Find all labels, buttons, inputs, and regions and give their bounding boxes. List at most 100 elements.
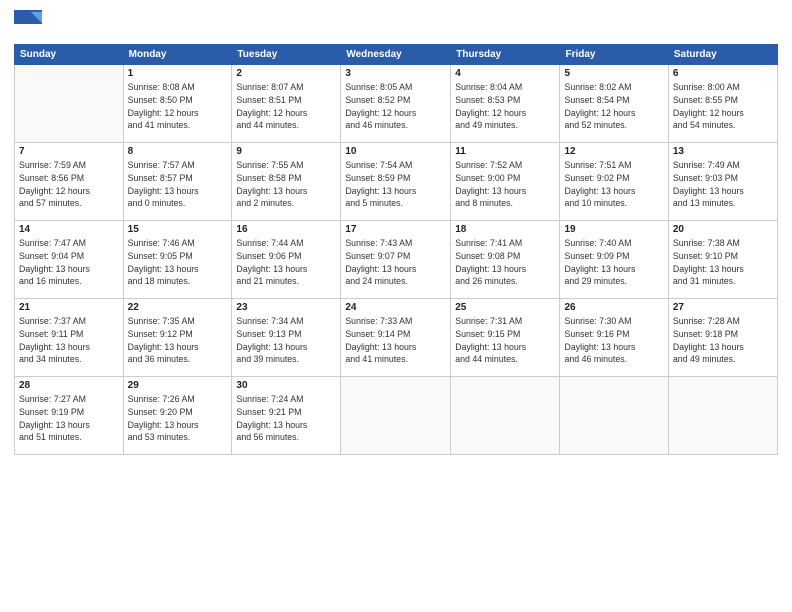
day-number: 4 (455, 68, 555, 79)
day-number: 16 (236, 224, 336, 235)
calendar-cell: 16 Sunrise: 7:44 AM Sunset: 9:06 PM Dayli… (232, 221, 341, 299)
calendar-cell: 10 Sunrise: 7:54 AM Sunset: 8:59 PM Dayli… (341, 143, 451, 221)
calendar-cell: 11 Sunrise: 7:52 AM Sunset: 9:00 PM Dayli… (451, 143, 560, 221)
calendar-cell: 9 Sunrise: 7:55 AM Sunset: 8:58 PM Daylig… (232, 143, 341, 221)
day-number: 19 (564, 224, 663, 235)
calendar-cell: 17 Sunrise: 7:43 AM Sunset: 9:07 PM Dayli… (341, 221, 451, 299)
day-number: 10 (345, 146, 446, 157)
weekday-header-row: SundayMondayTuesdayWednesdayThursdayFrid… (15, 45, 778, 65)
day-info: Sunrise: 7:27 AM Sunset: 9:19 PM Dayligh… (19, 393, 119, 444)
day-number: 26 (564, 302, 663, 313)
day-number: 25 (455, 302, 555, 313)
calendar-cell: 8 Sunrise: 7:57 AM Sunset: 8:57 PM Daylig… (123, 143, 232, 221)
day-number: 14 (19, 224, 119, 235)
day-info: Sunrise: 7:57 AM Sunset: 8:57 PM Dayligh… (128, 159, 228, 210)
calendar-cell: 7 Sunrise: 7:59 AM Sunset: 8:56 PM Daylig… (15, 143, 124, 221)
header (14, 10, 778, 38)
calendar-cell: 18 Sunrise: 7:41 AM Sunset: 9:08 PM Dayli… (451, 221, 560, 299)
day-info: Sunrise: 7:35 AM Sunset: 9:12 PM Dayligh… (128, 315, 228, 366)
calendar-cell: 5 Sunrise: 8:02 AM Sunset: 8:54 PM Daylig… (560, 65, 668, 143)
day-info: Sunrise: 7:34 AM Sunset: 9:13 PM Dayligh… (236, 315, 336, 366)
day-info: Sunrise: 7:31 AM Sunset: 9:15 PM Dayligh… (455, 315, 555, 366)
logo (14, 10, 46, 38)
day-info: Sunrise: 7:44 AM Sunset: 9:06 PM Dayligh… (236, 237, 336, 288)
calendar-cell: 22 Sunrise: 7:35 AM Sunset: 9:12 PM Dayli… (123, 299, 232, 377)
day-number: 20 (673, 224, 773, 235)
day-info: Sunrise: 7:54 AM Sunset: 8:59 PM Dayligh… (345, 159, 446, 210)
weekday-header-saturday: Saturday (668, 45, 777, 65)
day-info: Sunrise: 7:28 AM Sunset: 9:18 PM Dayligh… (673, 315, 773, 366)
day-number: 11 (455, 146, 555, 157)
calendar-cell: 12 Sunrise: 7:51 AM Sunset: 9:02 PM Dayli… (560, 143, 668, 221)
calendar-cell: 1Sunrise: 8:08 AM Sunset: 8:50 PM Daylig… (123, 65, 232, 143)
day-number: 28 (19, 380, 119, 391)
day-number: 23 (236, 302, 336, 313)
day-number: 9 (236, 146, 336, 157)
day-info: Sunrise: 7:38 AM Sunset: 9:10 PM Dayligh… (673, 237, 773, 288)
calendar-cell: 19 Sunrise: 7:40 AM Sunset: 9:09 PM Dayli… (560, 221, 668, 299)
day-number: 27 (673, 302, 773, 313)
weekday-header-wednesday: Wednesday (341, 45, 451, 65)
calendar-cell: 30 Sunrise: 7:24 AM Sunset: 9:21 PM Dayli… (232, 377, 341, 455)
calendar-cell: 23 Sunrise: 7:34 AM Sunset: 9:13 PM Dayli… (232, 299, 341, 377)
day-info: Sunrise: 7:37 AM Sunset: 9:11 PM Dayligh… (19, 315, 119, 366)
calendar-cell: 20 Sunrise: 7:38 AM Sunset: 9:10 PM Dayli… (668, 221, 777, 299)
calendar-cell (451, 377, 560, 455)
day-info: Sunrise: 8:02 AM Sunset: 8:54 PM Dayligh… (564, 81, 663, 132)
calendar-cell: 4Sunrise: 8:04 AM Sunset: 8:53 PM Daylig… (451, 65, 560, 143)
day-info: Sunrise: 7:49 AM Sunset: 9:03 PM Dayligh… (673, 159, 773, 210)
day-info: Sunrise: 7:33 AM Sunset: 9:14 PM Dayligh… (345, 315, 446, 366)
calendar-cell (15, 65, 124, 143)
day-info: Sunrise: 7:52 AM Sunset: 9:00 PM Dayligh… (455, 159, 555, 210)
logo-icon (14, 10, 42, 38)
day-info: Sunrise: 7:55 AM Sunset: 8:58 PM Dayligh… (236, 159, 336, 210)
day-info: Sunrise: 7:30 AM Sunset: 9:16 PM Dayligh… (564, 315, 663, 366)
day-number: 6 (673, 68, 773, 79)
calendar-cell: 25 Sunrise: 7:31 AM Sunset: 9:15 PM Dayli… (451, 299, 560, 377)
day-info: Sunrise: 7:41 AM Sunset: 9:08 PM Dayligh… (455, 237, 555, 288)
calendar-cell (560, 377, 668, 455)
calendar-cell: 27 Sunrise: 7:28 AM Sunset: 9:18 PM Dayli… (668, 299, 777, 377)
calendar-cell: 13 Sunrise: 7:49 AM Sunset: 9:03 PM Dayli… (668, 143, 777, 221)
day-number: 7 (19, 146, 119, 157)
day-info: Sunrise: 7:51 AM Sunset: 9:02 PM Dayligh… (564, 159, 663, 210)
weekday-header-sunday: Sunday (15, 45, 124, 65)
day-number: 12 (564, 146, 663, 157)
day-number: 15 (128, 224, 228, 235)
day-info: Sunrise: 7:46 AM Sunset: 9:05 PM Dayligh… (128, 237, 228, 288)
week-row-3: 14 Sunrise: 7:47 AM Sunset: 9:04 PM Dayli… (15, 221, 778, 299)
day-number: 5 (564, 68, 663, 79)
calendar-cell: 29 Sunrise: 7:26 AM Sunset: 9:20 PM Dayli… (123, 377, 232, 455)
day-info: Sunrise: 7:47 AM Sunset: 9:04 PM Dayligh… (19, 237, 119, 288)
calendar-cell: 14 Sunrise: 7:47 AM Sunset: 9:04 PM Dayli… (15, 221, 124, 299)
day-info: Sunrise: 8:00 AM Sunset: 8:55 PM Dayligh… (673, 81, 773, 132)
calendar-cell: 21 Sunrise: 7:37 AM Sunset: 9:11 PM Dayli… (15, 299, 124, 377)
calendar-cell: 26 Sunrise: 7:30 AM Sunset: 9:16 PM Dayli… (560, 299, 668, 377)
day-info: Sunrise: 8:05 AM Sunset: 8:52 PM Dayligh… (345, 81, 446, 132)
week-row-4: 21 Sunrise: 7:37 AM Sunset: 9:11 PM Dayli… (15, 299, 778, 377)
day-number: 1 (128, 68, 228, 79)
day-number: 2 (236, 68, 336, 79)
day-info: Sunrise: 7:40 AM Sunset: 9:09 PM Dayligh… (564, 237, 663, 288)
day-number: 22 (128, 302, 228, 313)
calendar-cell (668, 377, 777, 455)
day-info: Sunrise: 7:59 AM Sunset: 8:56 PM Dayligh… (19, 159, 119, 210)
day-number: 29 (128, 380, 228, 391)
day-number: 30 (236, 380, 336, 391)
calendar-cell: 6 Sunrise: 8:00 AM Sunset: 8:55 PM Daylig… (668, 65, 777, 143)
day-number: 17 (345, 224, 446, 235)
page: SundayMondayTuesdayWednesdayThursdayFrid… (0, 0, 792, 612)
calendar-cell: 24Sunrise: 7:33 AM Sunset: 9:14 PM Dayli… (341, 299, 451, 377)
day-info: Sunrise: 8:07 AM Sunset: 8:51 PM Dayligh… (236, 81, 336, 132)
weekday-header-friday: Friday (560, 45, 668, 65)
day-number: 18 (455, 224, 555, 235)
weekday-header-monday: Monday (123, 45, 232, 65)
day-info: Sunrise: 7:43 AM Sunset: 9:07 PM Dayligh… (345, 237, 446, 288)
day-number: 8 (128, 146, 228, 157)
day-info: Sunrise: 7:24 AM Sunset: 9:21 PM Dayligh… (236, 393, 336, 444)
day-info: Sunrise: 7:26 AM Sunset: 9:20 PM Dayligh… (128, 393, 228, 444)
calendar-cell: 28 Sunrise: 7:27 AM Sunset: 9:19 PM Dayli… (15, 377, 124, 455)
day-number: 21 (19, 302, 119, 313)
week-row-1: 1Sunrise: 8:08 AM Sunset: 8:50 PM Daylig… (15, 65, 778, 143)
day-number: 13 (673, 146, 773, 157)
